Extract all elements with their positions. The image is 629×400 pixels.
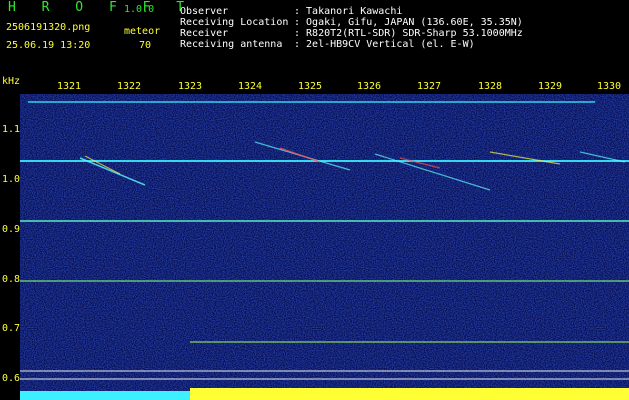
- y-tick-label: 1.0: [2, 174, 21, 185]
- x-tick-label: 1328: [478, 81, 503, 92]
- x-tick-label: 1321: [57, 81, 82, 92]
- x-tick-label: 1323: [178, 81, 203, 92]
- y-tick-label: 0.6: [2, 373, 21, 384]
- spectrogram-plot: [20, 94, 629, 400]
- y-tick-label: 0.9: [2, 224, 21, 235]
- y-tick-label: 1.1: [2, 124, 21, 135]
- file-name: 2506191320.png: [6, 22, 91, 33]
- date-time: 25.06.19 13:20: [6, 40, 91, 51]
- y-tick-label: 0.8: [2, 274, 21, 285]
- meteor-label: meteor: [124, 26, 161, 37]
- x-tick-label: 1327: [417, 81, 442, 92]
- amplitude-strip-high: [190, 388, 629, 400]
- header-panel: H R O F F T 1.0.0 2506191320.png 25.06.1…: [0, 0, 629, 78]
- antenna-value: : 2el-HB9CV Vertical (el. E-W): [294, 39, 475, 50]
- x-tick-label: 1322: [117, 81, 142, 92]
- app-version: 1.0.0: [124, 4, 155, 15]
- y-tick-label: 0.7: [2, 323, 21, 334]
- antenna-label: Receiving antenna: [180, 39, 283, 50]
- app-name: H R O F F T: [8, 0, 194, 15]
- x-tick-label: 1325: [298, 81, 323, 92]
- x-tick-label: 1326: [357, 81, 382, 92]
- meteor-count: 70: [139, 40, 152, 51]
- amplitude-strip-low: [20, 391, 190, 400]
- y-axis-unit: kHz: [2, 76, 21, 87]
- x-tick-label: 1324: [238, 81, 263, 92]
- noise-texture: [20, 94, 629, 400]
- x-tick-label: 1330: [597, 81, 622, 92]
- x-tick-label: 1329: [538, 81, 563, 92]
